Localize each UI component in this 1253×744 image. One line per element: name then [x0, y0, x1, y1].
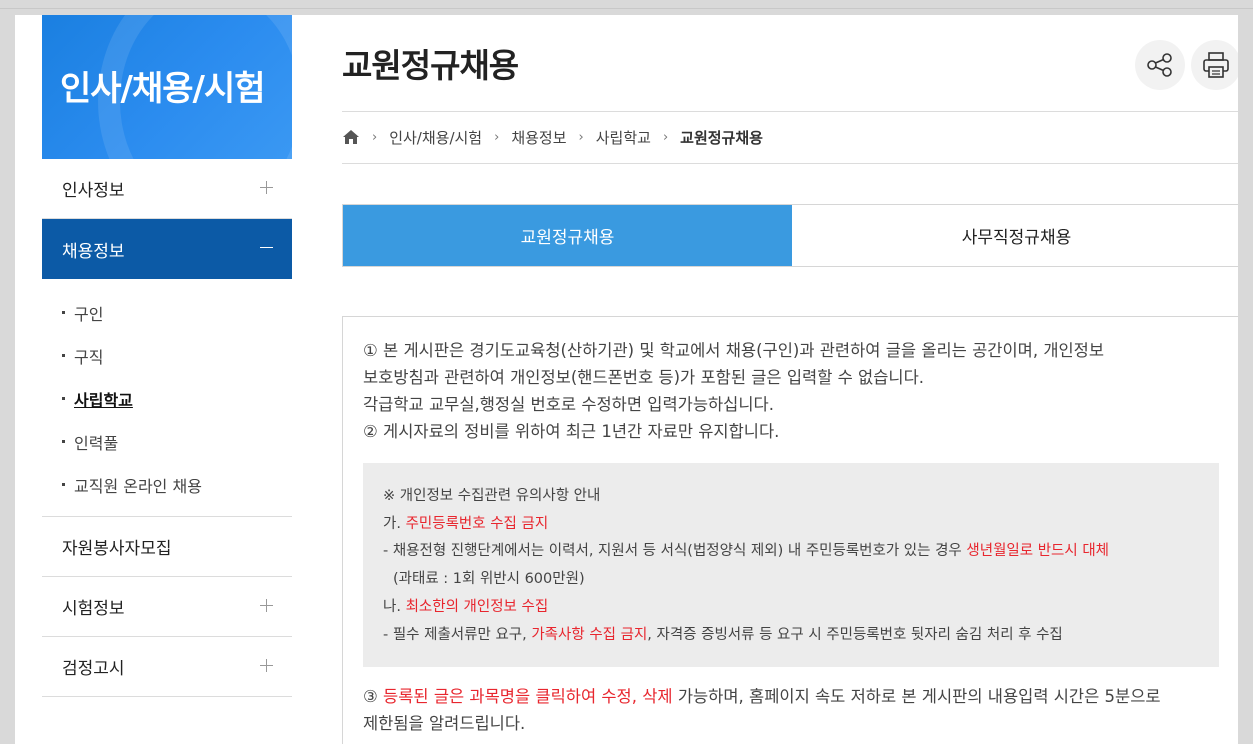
sidebar-item-label: 인사정보	[62, 181, 125, 201]
notice-line: ② 게시자료의 정비를 위하여 최근 1년간 자료만 유지합니다.	[363, 422, 780, 441]
share-icon	[1147, 53, 1172, 77]
notice-line: 제한됨을 알려드립니다.	[363, 714, 526, 734]
privacy-item-a-detail: - 채용전형 진행단계에서는 이력서, 지원서 등 서식(법정양식 제외) 내 …	[383, 543, 1110, 560]
chevron-right-icon: ›	[662, 129, 669, 145]
sidebar-item-recruit-info[interactable]: 채용정보	[42, 219, 292, 279]
sidebar-item-label: 검정고시	[62, 659, 125, 679]
chevron-right-icon: ›	[494, 129, 500, 145]
submenu-item-job-offer[interactable]: 구인	[62, 291, 292, 334]
breadcrumb-item[interactable]: 사립학교	[596, 127, 651, 148]
breadcrumb-item[interactable]: 채용정보	[511, 127, 566, 148]
sidebar-item-label: 채용정보	[62, 241, 125, 262]
sidebar-submenu: 구인 구직 사립학교 인력풀 교직원 온라인 채용	[42, 279, 292, 517]
sidebar-item-hr-info[interactable]: 인사정보	[42, 159, 292, 219]
breadcrumb: › 인사/채용/시험 › 채용정보 › 사립학교 › 교원정규채용	[342, 125, 763, 149]
privacy-item-b: 나. 최소한의 개인정보 수집	[383, 598, 549, 615]
sidebar-item-label: 시험정보	[62, 599, 125, 619]
submenu-item-job-seek[interactable]: 구직	[62, 334, 292, 377]
home-icon[interactable]	[342, 129, 360, 145]
sidebar-item-volunteer[interactable]: 자원봉사자모집	[42, 517, 292, 577]
breadcrumb-current: 교원정규채용	[680, 128, 763, 147]
submenu-item-talent-pool[interactable]: 인력풀	[62, 420, 292, 463]
page-container: 인사/채용/시험 인사정보 채용정보 구인 구직 사립학교 인력풀 교직원 온라…	[15, 15, 1238, 744]
expand-plus-icon[interactable]	[260, 599, 274, 613]
notice-line: 보호방침과 관련하여 개인정보(핸드폰번호 등)가 포함된 글은 입력할 수 없…	[363, 368, 925, 387]
tab-teacher-recruit[interactable]: 교원정규채용	[343, 205, 792, 266]
collapse-minus-icon[interactable]	[260, 241, 274, 255]
print-icon	[1203, 52, 1229, 78]
submenu-item-online-recruit[interactable]: 교직원 온라인 채용	[62, 463, 292, 506]
top-border	[0, 0, 1253, 9]
notice-line: 각급학교 교무실,행정실 번호로 수정하면 입력가능하십니다.	[363, 395, 774, 414]
sidebar-item-label: 자원봉사자모집	[62, 539, 172, 559]
privacy-item-b-detail: - 필수 제출서류만 요구, 가족사항 수집 금지, 자격증 증빙서류 등 요구…	[383, 626, 1063, 643]
sidebar-item-ged[interactable]: 검정고시	[42, 637, 292, 697]
sidebar-item-exam-info[interactable]: 시험정보	[42, 577, 292, 637]
notice-panel: ① 본 게시판은 경기도교육청(산하기관) 및 학교에서 채용(구인)과 관련하…	[342, 316, 1238, 744]
share-button[interactable]	[1135, 40, 1185, 90]
privacy-item-a: 가. 주민등록번호 수집 금지	[383, 515, 549, 532]
expand-plus-icon[interactable]	[260, 181, 274, 195]
page-title: 교원정규채용	[342, 46, 519, 85]
sidebar-banner: 인사/채용/시험	[42, 15, 292, 159]
notice-line: ① 본 게시판은 경기도교육청(산하기관) 및 학교에서 채용(구인)과 관련하…	[363, 341, 1105, 360]
tab-bar: 교원정규채용 사무직정규채용	[342, 204, 1238, 267]
sidebar-banner-title: 인사/채용/시험	[60, 69, 266, 109]
sidebar-menu: 인사정보 채용정보 구인 구직 사립학교 인력풀 교직원 온라인 채용 자원봉사…	[42, 159, 292, 697]
submenu-item-private-school[interactable]: 사립학교	[62, 377, 292, 420]
privacy-notice-box: ※ 개인정보 수집관련 유의사항 안내 가. 주민등록번호 수집 금지 - 채용…	[363, 463, 1219, 668]
divider	[342, 111, 1238, 112]
privacy-notice-heading: ※ 개인정보 수집관련 유의사항 안내	[383, 488, 601, 504]
expand-plus-icon[interactable]	[260, 659, 274, 673]
notice-line: ③ 등록된 글은 과목명을 클릭하여 수정, 삭제 가능하며, 홈페이지 속도 …	[363, 687, 1161, 707]
chevron-right-icon: ›	[372, 129, 378, 145]
privacy-item-a-fine: (과태료 : 1회 위반시 600만원)	[393, 571, 585, 588]
breadcrumb-item[interactable]: 인사/채용/시험	[389, 127, 482, 148]
divider	[342, 163, 1238, 164]
tab-office-recruit[interactable]: 사무직정규채용	[792, 205, 1238, 266]
chevron-right-icon: ›	[578, 129, 584, 145]
print-button[interactable]	[1191, 40, 1238, 90]
